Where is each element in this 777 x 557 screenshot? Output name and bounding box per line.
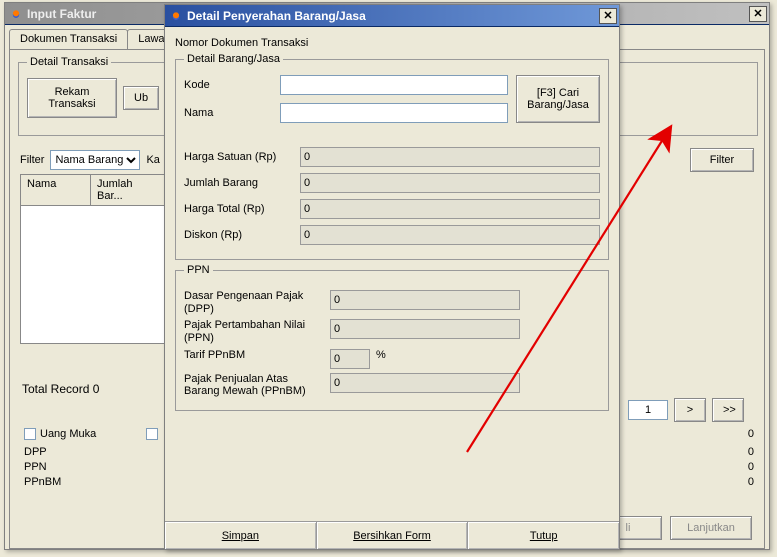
filter-button[interactable]: Filter bbox=[690, 148, 754, 172]
diskon-input[interactable] bbox=[300, 225, 600, 245]
ppnbm-detail-label: Pajak Penjualan Atas Barang Mewah (PPnBM… bbox=[184, 373, 324, 398]
tarif-label: Tarif PPnBM bbox=[184, 349, 324, 362]
table-area: Nama Jumlah Bar... bbox=[20, 170, 168, 348]
kode-label: Kode bbox=[184, 79, 274, 92]
detail-penyerahan-dialog: Detail Penyerahan Barang/Jasa ✕ Nomor Do… bbox=[164, 4, 620, 550]
dpp-input[interactable] bbox=[330, 290, 520, 310]
col-jumlah[interactable]: Jumlah Bar... bbox=[91, 175, 165, 205]
ppnbm-label: PPnBM bbox=[24, 476, 61, 488]
tutup-button[interactable]: Tutup bbox=[468, 522, 619, 549]
jumlah-barang-label: Jumlah Barang bbox=[184, 177, 294, 190]
ubah-button[interactable]: Ub bbox=[123, 86, 159, 110]
harga-satuan-input[interactable] bbox=[300, 147, 600, 167]
nama-input[interactable] bbox=[280, 103, 508, 123]
dpp-label: Dasar Pengenaan Pajak (DPP) bbox=[184, 290, 324, 315]
next-page-button[interactable]: > bbox=[674, 398, 706, 422]
ppn-label: PPN bbox=[24, 461, 47, 473]
pagination: > >> bbox=[628, 398, 744, 422]
ppn-val-label: Pajak Pertambahan Nilai (PPN) bbox=[184, 319, 324, 344]
tarif-input[interactable] bbox=[330, 349, 370, 369]
window-title: Input Faktur bbox=[27, 7, 96, 21]
filter-label: Filter bbox=[20, 154, 44, 166]
close-icon[interactable]: ✕ bbox=[599, 8, 617, 24]
dpp-label: DPP bbox=[24, 446, 47, 458]
harga-satuan-label: Harga Satuan (Rp) bbox=[184, 151, 294, 164]
last-page-button[interactable]: >> bbox=[712, 398, 744, 422]
total-record: Total Record 0 bbox=[22, 382, 99, 396]
ppn-input[interactable] bbox=[330, 319, 520, 339]
rekam-transaksi-button[interactable]: Rekam Transaksi bbox=[27, 78, 117, 118]
ppnbm-input[interactable] bbox=[330, 373, 520, 393]
dpp-value: 0 bbox=[748, 446, 754, 458]
nama-label: Nama bbox=[184, 107, 274, 120]
nomor-dokumen-label: Nomor Dokumen Transaksi bbox=[175, 37, 613, 49]
harga-total-label: Harga Total (Rp) bbox=[184, 203, 294, 216]
kata-kunci-label: Ka bbox=[146, 154, 159, 166]
page-input[interactable] bbox=[628, 400, 668, 420]
dialog-title: Detail Penyerahan Barang/Jasa bbox=[187, 9, 366, 23]
titlebar-detail[interactable]: Detail Penyerahan Barang/Jasa ✕ bbox=[165, 5, 619, 27]
harga-total-input[interactable] bbox=[300, 199, 600, 219]
diskon-label: Diskon (Rp) bbox=[184, 229, 294, 242]
detail-transaksi-legend: Detail Transaksi bbox=[27, 56, 111, 68]
kode-input[interactable] bbox=[280, 75, 508, 95]
data-table[interactable]: Nama Jumlah Bar... bbox=[20, 174, 168, 344]
uang-muka-checkbox[interactable] bbox=[24, 428, 36, 440]
tab-dokumen-transaksi[interactable]: Dokumen Transaksi bbox=[9, 29, 128, 49]
unknown-checkbox[interactable] bbox=[146, 428, 158, 440]
dialog-button-bar: Simpan Bersihkan Form Tutup bbox=[165, 521, 619, 549]
cari-barang-button[interactable]: [F3] Cari Barang/Jasa bbox=[516, 75, 600, 123]
filter-dropdown[interactable]: Nama Barang bbox=[50, 150, 140, 170]
java-icon bbox=[169, 9, 183, 23]
ppn-group: PPN Dasar Pengenaan Pajak (DPP) Pajak Pe… bbox=[175, 264, 609, 411]
detail-barang-legend: Detail Barang/Jasa bbox=[184, 53, 283, 65]
simpan-button[interactable]: Simpan bbox=[165, 522, 317, 549]
ppn-value: 0 bbox=[748, 461, 754, 473]
ppnbm-value: 0 bbox=[748, 476, 754, 488]
close-icon[interactable]: ✕ bbox=[749, 6, 767, 22]
bersihkan-form-button[interactable]: Bersihkan Form bbox=[317, 522, 469, 549]
col-nama[interactable]: Nama bbox=[21, 175, 91, 205]
java-icon bbox=[9, 7, 23, 21]
jumlah-barang-input[interactable] bbox=[300, 173, 600, 193]
ppn-legend: PPN bbox=[184, 264, 213, 276]
uang-muka-val: 0 bbox=[748, 428, 754, 440]
lanjutkan-button[interactable]: Lanjutkan bbox=[670, 516, 752, 540]
percent-label: % bbox=[376, 349, 386, 361]
detail-barang-group: Detail Barang/Jasa Kode Nama [F3] Cari B… bbox=[175, 53, 609, 260]
uang-muka-label: Uang Muka bbox=[40, 428, 96, 440]
